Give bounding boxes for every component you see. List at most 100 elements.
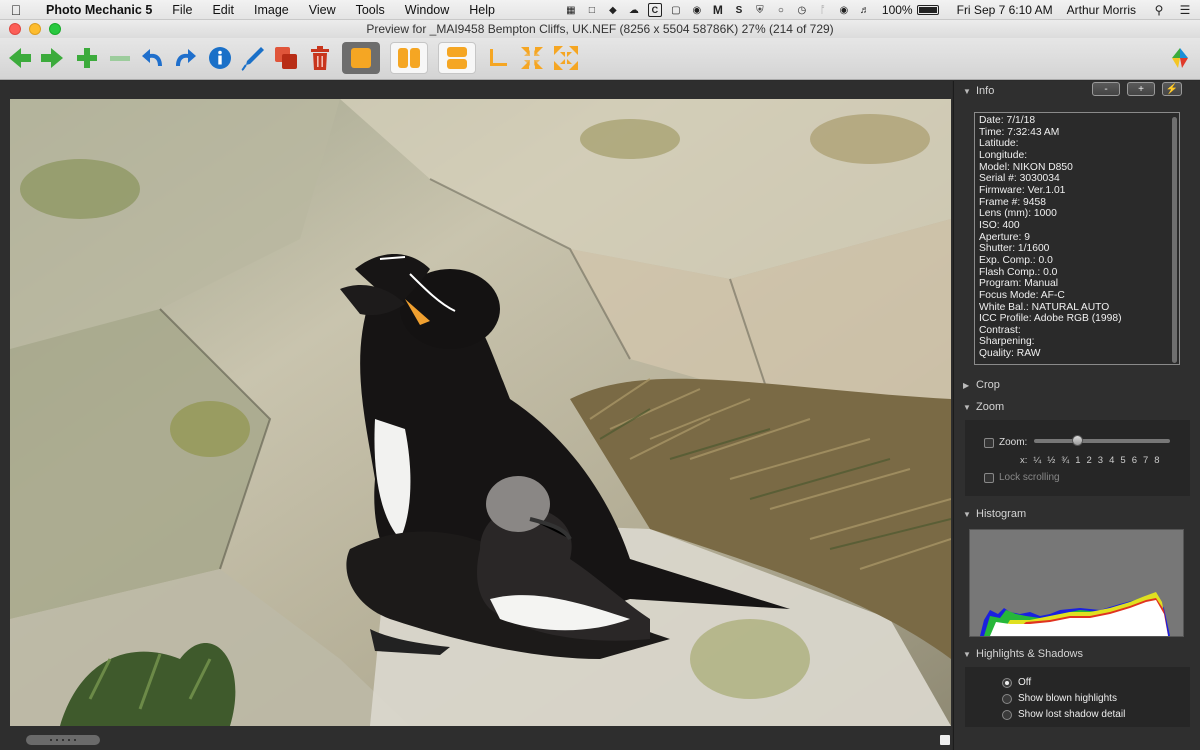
menu-edit[interactable]: Edit bbox=[212, 3, 234, 17]
side-by-side-button[interactable] bbox=[390, 42, 428, 74]
s-circle-icon[interactable]: S bbox=[732, 3, 746, 17]
airplay-icon[interactable]: ◉ bbox=[837, 3, 851, 17]
crop-button[interactable] bbox=[484, 42, 512, 74]
lock-scrolling-checkbox[interactable] bbox=[984, 472, 994, 483]
disclosure-closed-icon: ▶ bbox=[963, 380, 970, 390]
info-plus-button[interactable]: + bbox=[1127, 82, 1155, 96]
clock[interactable]: Fri Sep 7 6:10 AM bbox=[957, 3, 1053, 17]
shield-icon[interactable]: ⛨ bbox=[753, 3, 767, 17]
single-view-button[interactable] bbox=[342, 42, 380, 74]
dropbox-icon[interactable]: ◆ bbox=[606, 3, 620, 17]
radio-off-label: Off bbox=[1018, 677, 1032, 688]
film-strip-icon[interactable]: ▦ bbox=[564, 3, 578, 17]
apple-menu-icon[interactable]:  bbox=[0, 2, 32, 18]
info-line: Sharpening: bbox=[979, 336, 1035, 348]
binoculars-icon[interactable]: ○ bbox=[774, 3, 788, 17]
crop-section-title: Crop bbox=[976, 379, 1000, 391]
info-action-button[interactable]: ⚡ bbox=[1162, 82, 1182, 96]
zoom-slider-thumb[interactable] bbox=[1072, 435, 1083, 446]
spotlight-search-icon[interactable]: ⚲ bbox=[1152, 3, 1166, 17]
mail-m-icon[interactable]: M bbox=[711, 3, 725, 17]
user-name[interactable]: Arthur Morris bbox=[1067, 3, 1136, 17]
app-logo-button[interactable] bbox=[1166, 42, 1194, 74]
crop-section-header[interactable]: ▶ Crop bbox=[954, 375, 1200, 395]
zoom-scale-step[interactable]: 5 bbox=[1120, 455, 1125, 466]
fit-shrink-button[interactable] bbox=[517, 42, 547, 74]
radio-blown-highlights[interactable] bbox=[1002, 693, 1012, 704]
zoom-scale-step[interactable]: 2 bbox=[1087, 455, 1092, 466]
globe-icon[interactable]: ◉ bbox=[690, 3, 704, 17]
menu-view[interactable]: View bbox=[309, 3, 336, 17]
info-metadata-box[interactable]: Date: 7/1/18 Time: 7:32:43 AM Latitude: Lon… bbox=[974, 112, 1180, 365]
resize-corner-button[interactable] bbox=[940, 735, 950, 745]
volume-icon[interactable]: ♬ bbox=[858, 3, 872, 17]
info-minus-button[interactable]: - bbox=[1092, 82, 1120, 96]
info-line: Firmware: Ver.1.01 bbox=[979, 184, 1066, 196]
battery-icon[interactable] bbox=[916, 5, 939, 15]
info-line: Longitude: bbox=[979, 149, 1028, 161]
zoom-scale-step[interactable]: ¾ bbox=[1061, 455, 1069, 466]
stacked-view-button[interactable] bbox=[438, 42, 476, 74]
crop-corner-icon bbox=[490, 49, 507, 66]
zoom-scale-step[interactable]: 6 bbox=[1132, 455, 1137, 466]
info-line: ICC Profile: Adobe RGB (1998) bbox=[979, 313, 1122, 325]
c-box-icon[interactable]: C bbox=[647, 3, 662, 17]
next-photo-button[interactable] bbox=[38, 42, 66, 74]
info-line: Serial #: 3030034 bbox=[979, 173, 1060, 185]
trash-icon bbox=[311, 46, 329, 70]
rotate-right-button[interactable] bbox=[171, 42, 199, 74]
preview-photo[interactable] bbox=[10, 99, 951, 726]
zoom-scale-step[interactable]: 8 bbox=[1154, 455, 1159, 466]
info-button[interactable] bbox=[206, 42, 234, 74]
info-scrollbar[interactable] bbox=[1172, 117, 1177, 363]
minimize-window-button[interactable] bbox=[29, 23, 41, 35]
menu-window[interactable]: Window bbox=[405, 3, 449, 17]
rotate-left-button[interactable] bbox=[139, 42, 167, 74]
app-menu[interactable]: Photo Mechanic 5 bbox=[46, 3, 152, 17]
zoom-checkbox[interactable] bbox=[984, 437, 994, 448]
close-window-button[interactable] bbox=[9, 23, 21, 35]
previous-photo-button[interactable] bbox=[6, 42, 34, 74]
horizontal-scrollbar[interactable] bbox=[26, 735, 100, 745]
radio-off[interactable] bbox=[1002, 677, 1012, 688]
notification-center-icon[interactable]: ☰ bbox=[1178, 3, 1192, 17]
zoom-slider[interactable] bbox=[1034, 435, 1170, 446]
zoom-scale-step[interactable]: ½ bbox=[1047, 455, 1055, 466]
zoom-window-button[interactable] bbox=[49, 23, 61, 35]
next-arrow-icon bbox=[41, 48, 63, 68]
menu-tools[interactable]: Tools bbox=[356, 3, 385, 17]
menu-help[interactable]: Help bbox=[469, 3, 495, 17]
menu-image[interactable]: Image bbox=[254, 3, 289, 17]
zoom-out-button[interactable] bbox=[106, 42, 134, 74]
zoom-scale-step[interactable]: ¼ bbox=[1033, 455, 1041, 466]
histogram-section-header[interactable]: ▼ Histogram bbox=[954, 504, 1200, 524]
time-machine-icon[interactable]: ◷ bbox=[795, 3, 809, 17]
zoom-in-button[interactable] bbox=[73, 42, 101, 74]
highlights-section-header[interactable]: ▼ Highlights & Shadows bbox=[954, 644, 1200, 664]
copy-icon bbox=[275, 47, 297, 69]
zoom-section-header[interactable]: ▼ Zoom bbox=[954, 397, 1200, 417]
zoom-checkbox-row[interactable]: Zoom: bbox=[984, 437, 1027, 448]
radio-blown-highlights-row[interactable]: Show blown highlights bbox=[1002, 693, 1117, 704]
zoom-scale-step[interactable]: 1 bbox=[1075, 455, 1080, 466]
zoom-scale-step[interactable]: 4 bbox=[1109, 455, 1114, 466]
radio-off-row[interactable]: Off bbox=[1002, 677, 1031, 688]
zoom-scale-step[interactable]: 7 bbox=[1143, 455, 1148, 466]
lock-scrolling-row[interactable]: Lock scrolling bbox=[984, 472, 1060, 483]
copy-button[interactable] bbox=[272, 42, 300, 74]
display-icon[interactable]: □ bbox=[585, 3, 599, 17]
fit-expand-button[interactable] bbox=[551, 42, 581, 74]
info-line: ISO: 400 bbox=[979, 219, 1020, 231]
delete-button[interactable] bbox=[306, 42, 334, 74]
cloud-icon[interactable]: ☁ bbox=[627, 3, 641, 17]
razorbill-photo bbox=[10, 99, 951, 726]
edit-button[interactable] bbox=[239, 42, 267, 74]
zoom-label: Zoom: bbox=[999, 437, 1028, 448]
menu-file[interactable]: File bbox=[172, 3, 192, 17]
battery-percent: 100% bbox=[881, 3, 913, 17]
bluetooth-icon[interactable]: ᚩ bbox=[816, 3, 830, 17]
radio-lost-shadow-row[interactable]: Show lost shadow detail bbox=[1002, 709, 1125, 720]
radio-lost-shadow[interactable] bbox=[1002, 709, 1012, 720]
app-status-icon[interactable]: ▢ bbox=[669, 3, 683, 17]
zoom-scale-step[interactable]: 3 bbox=[1098, 455, 1103, 466]
